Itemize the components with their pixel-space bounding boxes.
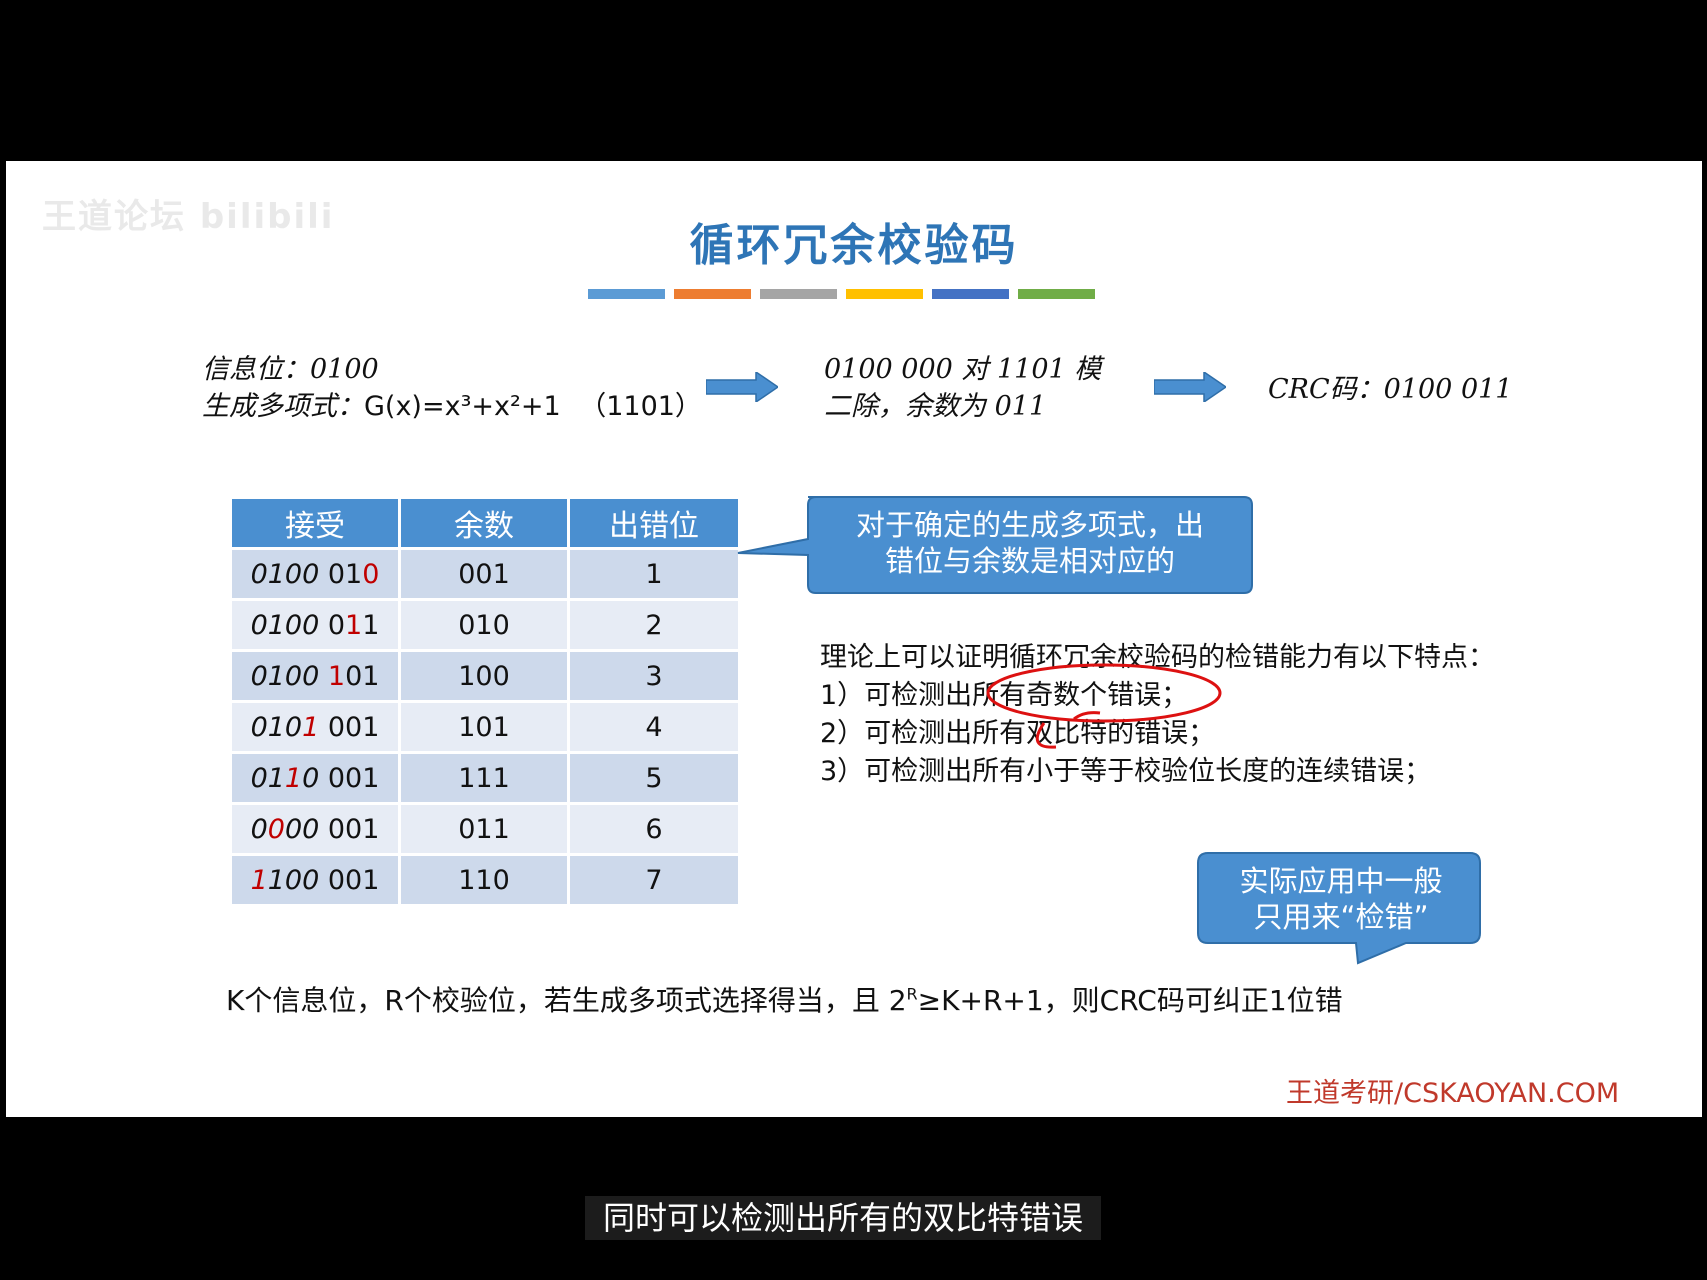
bits-head: 0	[302, 762, 320, 794]
table-row: 1100 001 110 7	[232, 853, 738, 904]
table-row: 0000 001 011 6	[232, 802, 738, 855]
table-row: 0100 010 001 1	[232, 547, 738, 600]
received-bits: 0000 001	[232, 802, 401, 855]
info-block: 信息位：0100 生成多项式：G(x)=x³+x²+1 （1101）	[202, 351, 702, 425]
generator-bits: （1101）	[579, 391, 702, 422]
color-bar-segment	[846, 289, 923, 299]
right-arrow-icon	[706, 372, 778, 402]
error-position-cell: 3	[568, 649, 738, 702]
correction-condition: K个信息位，R个校验位，若生成多项式选择得当，且 2R≥K+R+1，则CRC码可…	[226, 984, 1343, 1017]
column-header: 余数	[399, 499, 570, 549]
error-bit: 1	[302, 711, 320, 743]
color-bar-segment	[588, 289, 665, 299]
video-subtitle: 同时可以检测出所有的双比特错误	[585, 1196, 1102, 1240]
slide-title: 循环冗余校验码	[689, 220, 1019, 271]
remainder-cell: 001	[399, 547, 570, 600]
color-bar-segment	[1018, 289, 1095, 299]
generator-polynomial: G(x)=x³+x²+1	[364, 391, 561, 422]
table-row: 0100 011 010 2	[232, 598, 738, 651]
error-position-cell: 2	[568, 598, 738, 651]
generator-line: 生成多项式：G(x)=x³+x²+1 （1101）	[202, 391, 702, 422]
bits-head: 00	[284, 813, 320, 845]
crc-result: CRC码：0100 011	[1268, 374, 1513, 405]
received-bits: 1100 001	[232, 853, 401, 904]
right-arrow-icon	[1154, 372, 1226, 402]
column-header: 接受	[232, 499, 401, 549]
callout-text: 实际应用中一般 只用来“检错”	[1239, 864, 1443, 934]
brand-footer: 王道考研/CSKAOYAN.COM	[1286, 1078, 1620, 1109]
error-bit: 1	[284, 762, 303, 794]
received-bits: 0101 001	[232, 700, 401, 753]
error-position-cell: 7	[568, 853, 738, 904]
table-header-row: 接受 余数 出错位	[232, 499, 738, 549]
error-bit: 1	[345, 609, 363, 641]
table-row: 0110 001 111 5	[232, 751, 738, 804]
error-bit: 0	[362, 558, 380, 590]
error-table: 接受 余数 出错位 0100 010 001 1 0100 011 010 2 0100 1…	[232, 499, 738, 904]
remainder-cell: 111	[399, 751, 570, 804]
division-step: 0100 000 对 1101 模 二除，余数为 011	[824, 354, 1102, 422]
error-bit: 1	[250, 864, 268, 896]
remainder-cell: 010	[399, 598, 570, 651]
color-bar-segment	[932, 289, 1009, 299]
error-bit: 0	[267, 813, 285, 845]
callout-text: 对于确定的生成多项式，出 错位与余数是相对应的	[855, 508, 1204, 578]
table-row: 0101 001 101 4	[232, 700, 738, 753]
remainder-cell: 011	[399, 802, 570, 855]
error-position-cell: 1	[568, 547, 738, 600]
table-row: 0100 101 100 3	[232, 649, 738, 702]
bits-head: 100	[267, 864, 320, 896]
info-bits-line: 信息位：0100	[202, 354, 379, 385]
received-bits: 0110 001	[232, 751, 401, 804]
received-bits: 0100 010	[232, 547, 401, 600]
error-position-cell: 5	[568, 751, 738, 804]
color-bar-segment	[760, 289, 837, 299]
error-bit: 1	[327, 660, 346, 692]
slide-canvas: 王道论坛 bilibili 循环冗余校验码 信息位：0100 生成多项式：G(x…	[6, 161, 1702, 1117]
remainder-cell: 101	[399, 700, 570, 753]
color-bar	[588, 289, 1095, 299]
remainder-cell: 110	[399, 853, 570, 904]
color-bar-segment	[674, 289, 751, 299]
received-bits: 0100 101	[232, 649, 401, 702]
received-bits: 0100 011	[232, 598, 401, 651]
error-position-cell: 6	[568, 802, 738, 855]
remainder-cell: 100	[399, 649, 570, 702]
error-position-cell: 4	[568, 700, 738, 753]
red-ink-annotation	[986, 663, 1222, 749]
table-body: 0100 010 001 1 0100 011 010 2 0100 101 100 3 0101…	[232, 547, 738, 904]
column-header: 出错位	[568, 499, 738, 549]
